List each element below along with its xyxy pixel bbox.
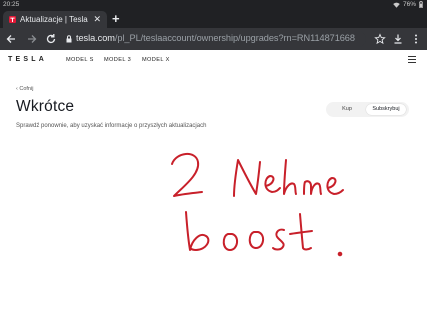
back-link[interactable]: ‹ Cofnij <box>16 86 33 92</box>
chevron-left-icon: ‹ <box>16 86 18 92</box>
url-text: tesla.com/pl_PL/teslaaccount/ownership/u… <box>76 33 355 43</box>
more-options-icon[interactable] <box>410 33 422 45</box>
download-icon[interactable] <box>392 33 404 45</box>
new-tab-button[interactable]: + <box>112 12 120 25</box>
site-header: TESLA MODEL S MODEL 3 MODEL X <box>0 50 427 70</box>
wifi-icon <box>393 2 400 8</box>
handwritten-annotation <box>171 153 344 257</box>
battery-level: 76% <box>402 1 416 8</box>
star-bookmark-icon[interactable] <box>374 33 386 45</box>
url-host: tesla.com <box>76 33 115 43</box>
purchase-type-toggle: Kup Subskrybuj <box>326 102 409 117</box>
tab-title: Aktualizacje | Tesla <box>20 15 88 24</box>
back-label: Cofnij <box>19 86 34 92</box>
menu-icon[interactable] <box>408 56 416 63</box>
battery-icon <box>419 1 423 8</box>
page-title: Wkrótce <box>16 98 75 115</box>
lock-icon[interactable] <box>66 35 72 43</box>
address-bar[interactable]: tesla.com/pl_PL/teslaaccount/ownership/u… <box>60 31 366 47</box>
nav-model-x[interactable]: MODEL X <box>142 57 170 63</box>
close-tab-icon[interactable]: ✕ <box>93 15 101 24</box>
nav-model-s[interactable]: MODEL S <box>66 57 94 63</box>
forward-arrow-icon[interactable] <box>26 33 38 45</box>
browser-tab[interactable]: Aktualizacje | Tesla ✕ <box>3 11 107 28</box>
back-arrow-icon[interactable] <box>5 33 17 45</box>
url-path: /pl_PL/teslaaccount/ownership/upgrades?r… <box>114 33 355 43</box>
tab-strip: Aktualizacje | Tesla ✕ + <box>0 10 427 28</box>
toggle-subscribe[interactable]: Subskrybuj <box>366 104 406 115</box>
tesla-favicon-icon <box>9 16 16 23</box>
page-subtitle: Sprawdź ponownie, aby uzyskać informacje… <box>16 123 207 129</box>
status-bar: 20:25 76% <box>0 0 427 10</box>
nav-model-3[interactable]: MODEL 3 <box>104 57 131 63</box>
browser-toolbar: tesla.com/pl_PL/teslaaccount/ownership/u… <box>0 28 427 50</box>
tesla-logo[interactable]: TESLA <box>8 56 47 63</box>
reload-icon[interactable] <box>45 33 57 45</box>
toggle-buy[interactable]: Kup <box>329 104 365 115</box>
status-time: 20:25 <box>3 1 20 8</box>
